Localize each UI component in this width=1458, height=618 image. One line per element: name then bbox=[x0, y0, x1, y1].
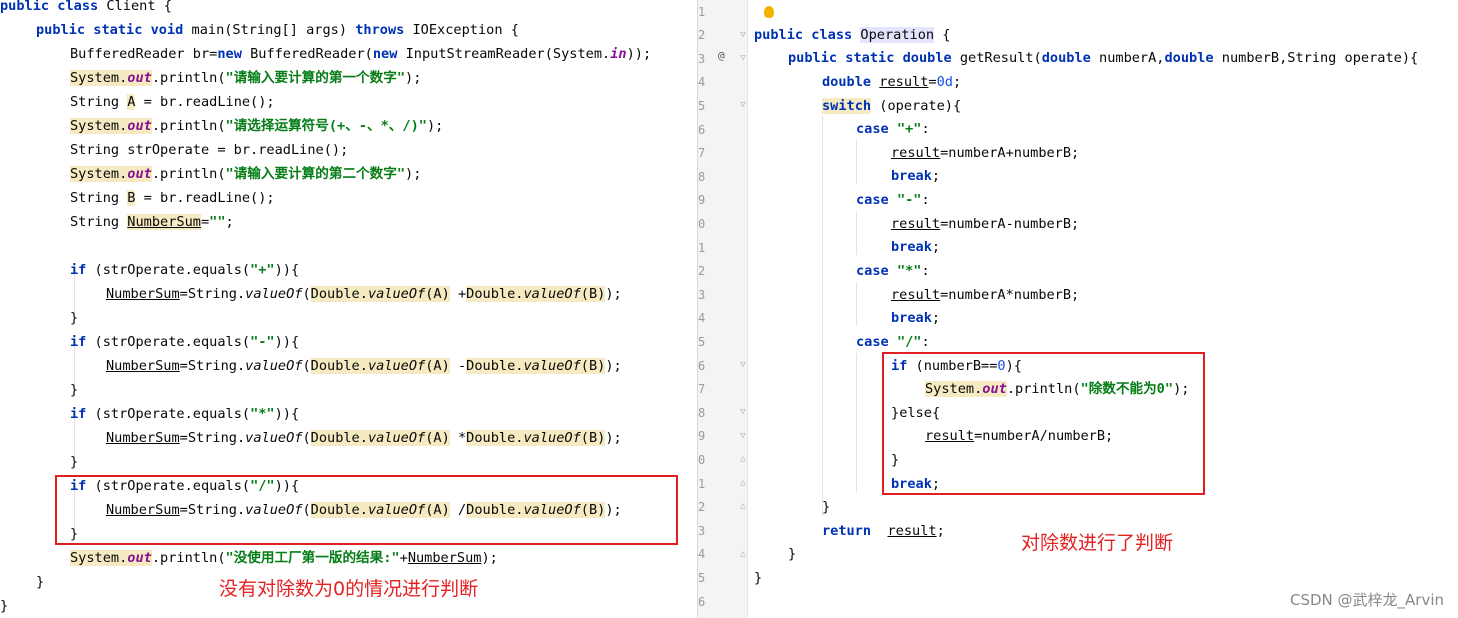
left-code-editor[interactable]: public class Client { public static void… bbox=[0, 0, 692, 618]
code-line: String A = br.readLine(); bbox=[70, 94, 275, 110]
code-line: } bbox=[70, 382, 79, 398]
line-number: 6 bbox=[698, 595, 706, 609]
fold-marker-icon[interactable]: △ bbox=[738, 454, 748, 464]
line-number: 3 bbox=[698, 288, 706, 302]
highlight-box-zero-check bbox=[882, 352, 1205, 495]
fold-marker-icon[interactable]: ▽ bbox=[738, 30, 748, 40]
line-number: 1 bbox=[698, 477, 706, 491]
fold-marker-icon[interactable]: ▽ bbox=[738, 360, 748, 370]
lightbulb-icon[interactable] bbox=[764, 6, 774, 18]
line-number: 0 bbox=[698, 453, 706, 467]
line-number: 4 bbox=[698, 75, 706, 89]
fold-marker-icon[interactable]: △ bbox=[738, 501, 748, 511]
fold-marker-icon[interactable]: ▽ bbox=[738, 100, 748, 110]
line-number: 0 bbox=[698, 217, 706, 231]
line-number: 9 bbox=[698, 429, 706, 443]
code-line: NumberSum=String.valueOf(Double.valueOf(… bbox=[106, 430, 622, 446]
code-line: break; bbox=[891, 239, 941, 255]
code-line: case "/": bbox=[856, 334, 930, 350]
right-code-editor[interactable]: 1 2 3 4 5 6 7 8 9 0 1 2 3 4 5 6 7 8 9 0 … bbox=[697, 0, 1458, 618]
code-line: } bbox=[788, 546, 797, 562]
fold-marker-icon[interactable]: △ bbox=[738, 549, 748, 559]
fold-marker-icon[interactable]: ▽ bbox=[738, 53, 748, 63]
highlight-box-divide-branch bbox=[55, 475, 678, 545]
code-line: case "-": bbox=[856, 192, 930, 208]
line-number: 3 bbox=[698, 52, 706, 66]
code-line: } bbox=[0, 598, 9, 614]
line-number: 1 bbox=[698, 241, 706, 255]
code-line: } bbox=[754, 570, 763, 586]
line-number: 8 bbox=[698, 406, 706, 420]
fold-marker-icon[interactable]: ▽ bbox=[738, 407, 748, 417]
code-line: System.out.println("没使用工厂第一版的结果:"+Number… bbox=[70, 550, 498, 566]
code-line: double result=0d; bbox=[822, 74, 962, 90]
code-line: System.out.println("请输入要计算的第二个数字"); bbox=[70, 166, 422, 182]
line-number: 3 bbox=[698, 524, 706, 538]
line-number: 4 bbox=[698, 547, 706, 561]
line-number: 4 bbox=[698, 311, 706, 325]
line-number: 6 bbox=[698, 123, 706, 137]
code-line: public class Client { bbox=[0, 0, 172, 14]
right-annotation: 对除数进行了判断 bbox=[1021, 532, 1174, 554]
code-line: } bbox=[822, 499, 831, 515]
line-number: 7 bbox=[698, 382, 706, 396]
code-line: BufferedReader br=new BufferedReader(new… bbox=[70, 46, 652, 62]
fold-marker-icon[interactable]: ▽ bbox=[738, 431, 748, 441]
line-number: 8 bbox=[698, 170, 706, 184]
code-line: System.out.println("请输入要计算的第一个数字"); bbox=[70, 70, 422, 86]
code-line: result=numberA-numberB; bbox=[891, 216, 1080, 232]
code-line: String B = br.readLine(); bbox=[70, 190, 275, 206]
code-line: NumberSum=String.valueOf(Double.valueOf(… bbox=[106, 286, 622, 302]
code-line: result=numberA+numberB; bbox=[891, 145, 1080, 161]
code-line: if (strOperate.equals("*")){ bbox=[70, 406, 300, 422]
line-number: 7 bbox=[698, 146, 706, 160]
code-line: String strOperate = br.readLine(); bbox=[70, 142, 349, 158]
code-line: if (strOperate.equals("-")){ bbox=[70, 334, 300, 350]
line-number: 1 bbox=[698, 5, 706, 19]
line-number: 5 bbox=[698, 335, 706, 349]
code-line: public static void main(String[] args) t… bbox=[36, 22, 519, 38]
line-number-gutter: 1 2 3 4 5 6 7 8 9 0 1 2 3 4 5 6 7 8 9 0 … bbox=[698, 0, 748, 618]
line-number: 2 bbox=[698, 28, 706, 42]
fold-marker-icon[interactable]: △ bbox=[738, 478, 748, 488]
code-line: } bbox=[70, 310, 79, 326]
code-line: } bbox=[36, 574, 45, 590]
code-line: return result; bbox=[822, 523, 945, 539]
code-line: switch (operate){ bbox=[822, 98, 962, 114]
line-number: 5 bbox=[698, 571, 706, 585]
code-line: System.out.println("请选择运算符号(+、-、*、/)"); bbox=[70, 118, 444, 134]
watermark: CSDN @武梓龙_Arvin bbox=[1289, 591, 1444, 609]
line-number: 2 bbox=[698, 264, 706, 278]
code-line: case "+": bbox=[856, 121, 930, 137]
code-line: break; bbox=[891, 168, 941, 184]
code-line: NumberSum=String.valueOf(Double.valueOf(… bbox=[106, 358, 622, 374]
line-number: 6 bbox=[698, 359, 706, 373]
line-number: 2 bbox=[698, 500, 706, 514]
code-line: case "*": bbox=[856, 263, 930, 279]
code-line: } bbox=[70, 454, 79, 470]
override-marker-icon[interactable]: @ bbox=[718, 49, 725, 62]
code-line: public static double getResult(double nu… bbox=[788, 50, 1419, 66]
code-line: result=numberA*numberB; bbox=[891, 287, 1080, 303]
line-number: 5 bbox=[698, 99, 706, 113]
code-line: break; bbox=[891, 310, 941, 326]
code-line: if (strOperate.equals("+")){ bbox=[70, 262, 300, 278]
left-annotation: 没有对除数为0的情况进行判断 bbox=[219, 578, 479, 600]
code-line: String NumberSum=""; bbox=[70, 214, 234, 230]
line-number: 9 bbox=[698, 193, 706, 207]
code-line: public class Operation { bbox=[754, 27, 951, 43]
